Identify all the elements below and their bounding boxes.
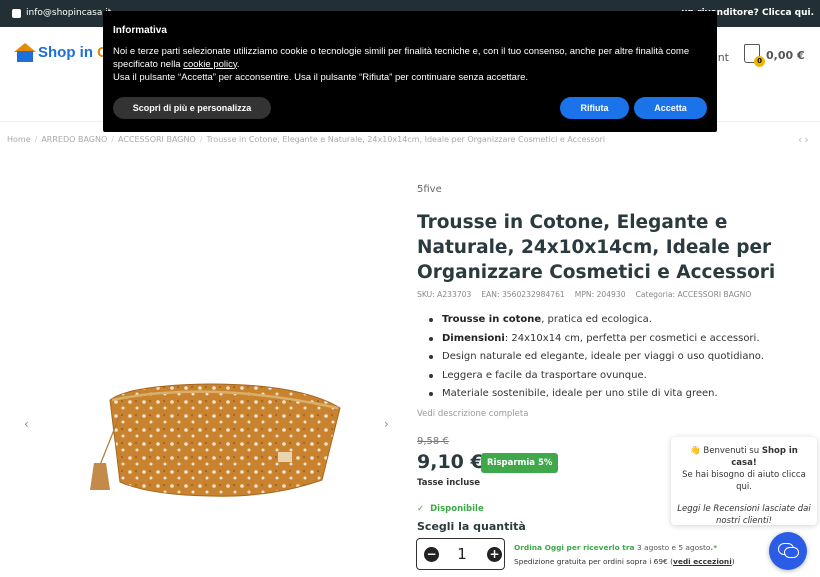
- quantity-input[interactable]: 1: [455, 545, 469, 563]
- free-shipping-note: Spedizione gratuita per ordini sopra i 6…: [514, 557, 735, 566]
- availability-status: ✓ Disponibile: [417, 504, 484, 514]
- delivery-estimate: Ordina Oggi per riceverlo tra 3 agosto e…: [514, 543, 718, 552]
- minus-icon[interactable]: −: [424, 547, 439, 562]
- product-meta: SKU: A233703 EAN: 3560232984761 MPN: 204…: [417, 290, 751, 299]
- chat-reviews-line: Leggi le Recensioni lasciate dai nostri …: [677, 504, 811, 526]
- chat-welcome-line: 👋 Benvenuti su Shop in casa!: [690, 446, 798, 468]
- mail-icon: [12, 8, 21, 18]
- gallery-next-icon[interactable]: ›: [384, 417, 389, 431]
- current-price: 9,10 €: [417, 451, 484, 473]
- breadcrumb-accessori-bagno[interactable]: ACCESSORI BAGNO: [118, 135, 196, 144]
- cookie-accept-button[interactable]: Accetta: [634, 97, 707, 119]
- product-category[interactable]: Categoria: ACCESSORI BAGNO: [636, 290, 752, 299]
- breadcrumb: Home / ARREDO BAGNO / ACCESSORI BAGNO / …: [7, 135, 606, 144]
- gallery-prev-icon[interactable]: ‹: [24, 417, 29, 431]
- cart-total[interactable]: 0,00 €: [766, 49, 805, 62]
- product-image[interactable]: [70, 370, 360, 510]
- product-sku: SKU: A233703: [417, 290, 472, 299]
- product-mpn: MPN: 204930: [574, 290, 626, 299]
- chat-icon[interactable]: [769, 532, 807, 570]
- product-title: Trousse in Cotone, Elegante e Naturale, …: [417, 212, 776, 283]
- feature-item: Materiale sostenibile, ideale per uno st…: [427, 386, 807, 405]
- product-ean: EAN: 3560232984761: [481, 290, 565, 299]
- house-icon: [14, 43, 36, 62]
- product-features: Trousse in cotone, pratica ed ecologica.…: [427, 312, 807, 405]
- quantity-label: Scegli la quantità: [417, 520, 526, 533]
- plus-icon[interactable]: +: [487, 547, 502, 562]
- cookie-text: Noi e terze parti selezionate utilizziam…: [113, 46, 690, 70]
- cart-count-badge: 0: [754, 56, 765, 67]
- cookie-customize-button[interactable]: Scopri di più e personalizza: [113, 97, 271, 119]
- feature-item: Design naturale ed elegante, ideale per …: [427, 349, 807, 368]
- chat-welcome-card[interactable]: 👋 Benvenuti su Shop in casa! Se hai biso…: [671, 437, 817, 526]
- product-brand[interactable]: 5five: [417, 184, 442, 195]
- top-email-text: info@shopincasa.it: [26, 8, 112, 18]
- cookie-banner: Informativa Noi e terze parti selezionat…: [103, 11, 717, 132]
- breadcrumb-arredo-bagno[interactable]: ARREDO BAGNO: [41, 135, 107, 144]
- quantity-stepper: − 1 +: [416, 538, 505, 570]
- check-icon: ✓: [417, 504, 425, 514]
- tax-note: Tasse incluse: [417, 478, 481, 488]
- feature-item: Trousse in cotone, pratica ed ecologica.: [427, 312, 807, 331]
- breadcrumb-current: Trousse in Cotone, Elegante e Naturale, …: [206, 135, 606, 144]
- feature-item: Leggera e facile da trasportare ovunque.: [427, 368, 807, 387]
- shipping-exceptions-link[interactable]: vedi eccezioni: [673, 557, 732, 566]
- product-nav-arrows[interactable]: ‹›: [798, 133, 811, 146]
- site-logo[interactable]: Shop in C: [14, 43, 108, 62]
- availability-text: Disponibile: [430, 504, 484, 514]
- feature-item: Dimensioni: 24x10x14 cm, perfetta per co…: [427, 331, 807, 350]
- old-price: 9,58 €: [417, 436, 449, 447]
- cookie-title: Informativa: [113, 25, 167, 36]
- top-email[interactable]: info@shopincasa.it: [12, 8, 111, 18]
- full-description-link[interactable]: Vedi descrizione completa: [417, 409, 528, 419]
- cookie-instructions: Usa il pulsante “Accetta” per acconsenti…: [113, 72, 529, 83]
- cart-icon[interactable]: 0: [744, 44, 765, 67]
- logo-text: Shop in C: [38, 43, 108, 61]
- cookie-reject-button[interactable]: Rifiuta: [560, 97, 629, 119]
- breadcrumb-home[interactable]: Home: [7, 135, 31, 144]
- cookie-policy-link[interactable]: cookie policy: [183, 59, 237, 70]
- discount-badge: Risparmia 5%: [481, 453, 559, 473]
- chat-help-line: Se hai bisogno di aiuto clicca qui.: [682, 470, 806, 492]
